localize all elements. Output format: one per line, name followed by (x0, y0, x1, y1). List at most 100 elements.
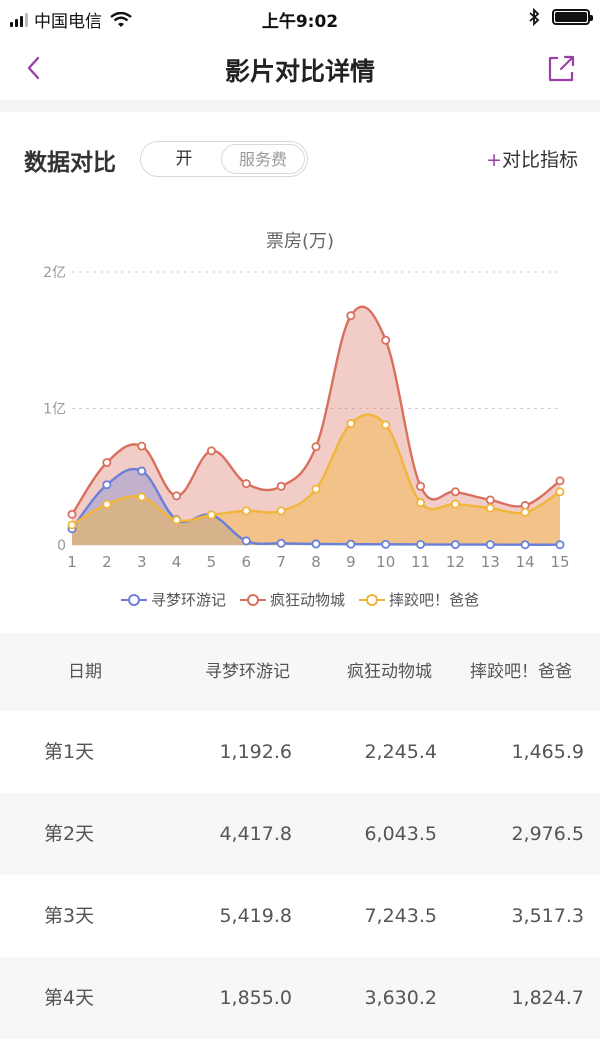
date-cell: 第3天 (44, 905, 95, 927)
y-tick-label: 2亿 (43, 265, 66, 281)
x-tick-label: 7 (276, 553, 286, 571)
data-point (276, 538, 286, 548)
value-cell: 2,245.4 (364, 741, 437, 763)
data-point (346, 311, 356, 321)
status-bar: 中国电信 上午9:02 (0, 0, 600, 36)
value-cell: 1,465.9 (511, 741, 584, 763)
page-title: 影片对比详情 (224, 57, 375, 86)
data-point (102, 499, 112, 509)
value-cell: 3,517.3 (511, 905, 584, 927)
x-tick-label: 12 (446, 553, 465, 571)
toggle-service-fee-option[interactable]: 服务费 (221, 144, 305, 174)
nav-bar: 影片对比详情 (0, 36, 600, 100)
chart-title: 票房(万) (265, 231, 335, 252)
data-point (485, 495, 495, 505)
add-metric-label: 对比指标 (501, 149, 578, 171)
share-icon[interactable] (544, 52, 578, 86)
x-tick-label: 2 (102, 553, 112, 571)
data-table: 第1天 1,192.6 2,245.4 1,465.9 第2天 4,417.8 … (0, 711, 600, 1039)
data-point (450, 499, 460, 509)
mode-toggle[interactable]: 开 服务费 (140, 141, 308, 177)
legend-marker-icon (120, 593, 147, 606)
status-right (528, 8, 593, 26)
data-point (555, 540, 565, 550)
column-header-date: 日期 (68, 662, 102, 682)
data-point (416, 539, 426, 549)
data-point (346, 539, 356, 549)
x-tick-label: 14 (516, 553, 535, 571)
data-point (241, 506, 251, 516)
table-row: 第2天 4,417.8 6,043.5 2,976.5 (0, 793, 600, 875)
data-point (450, 540, 460, 550)
legend-item-series-3[interactable]: 摔跤吧！爸爸 (359, 589, 479, 610)
data-point (381, 539, 391, 549)
data-point (67, 520, 77, 530)
data-point (102, 480, 112, 490)
value-cell: 7,243.5 (364, 905, 437, 927)
data-point (276, 506, 286, 516)
data-point (485, 540, 495, 550)
table-row: 第3天 5,419.8 7,243.5 3,517.3 (0, 875, 600, 957)
data-point (137, 441, 147, 451)
data-point (241, 536, 251, 546)
legend-item-series-2[interactable]: 疯狂动物城 (239, 589, 345, 610)
x-tick-label: 4 (172, 553, 182, 571)
legend-marker-icon (239, 593, 266, 606)
x-tick-label: 3 (137, 553, 147, 571)
data-point (555, 487, 565, 497)
value-cell: 6,043.5 (364, 823, 437, 845)
data-point (172, 491, 182, 501)
x-tick-label: 10 (376, 553, 395, 571)
data-point (311, 539, 321, 549)
value-cell: 1,855.0 (219, 987, 292, 1009)
battery-icon (552, 9, 593, 25)
toggle-on-option[interactable]: 开 (149, 142, 219, 176)
column-header-film-1: 寻梦环游记 (205, 662, 290, 682)
legend-label: 疯狂动物城 (269, 591, 345, 609)
data-point (241, 479, 251, 489)
data-point (206, 510, 216, 520)
table-row: 第1天 1,192.6 2,245.4 1,465.9 (0, 711, 600, 793)
y-tick-label: 0 (57, 538, 66, 554)
plus-icon: + (486, 149, 502, 171)
data-point (346, 419, 356, 429)
data-point (311, 442, 321, 452)
section-title: 数据对比 (24, 150, 116, 176)
data-point (450, 487, 460, 497)
data-point (276, 481, 286, 491)
legend-label: 摔跤吧！爸爸 (389, 591, 480, 609)
data-point (520, 540, 530, 550)
data-point (381, 335, 391, 345)
section-divider (0, 100, 600, 112)
x-tick-label: 8 (311, 553, 321, 571)
chart-legend: 寻梦环游记 疯狂动物城 摔跤吧！爸爸 (0, 589, 600, 610)
data-point (206, 446, 216, 456)
date-cell: 第1天 (44, 741, 95, 763)
data-point (416, 481, 426, 491)
x-tick-label: 11 (411, 553, 430, 571)
data-point (381, 420, 391, 430)
column-header-film-2: 疯狂动物城 (347, 662, 432, 682)
value-cell: 4,417.8 (219, 823, 292, 845)
value-cell: 1,824.7 (511, 987, 584, 1009)
x-tick-label: 5 (207, 553, 217, 571)
x-tick-label: 9 (346, 553, 356, 571)
legend-item-series-1[interactable]: 寻梦环游记 (120, 589, 226, 610)
data-point (67, 509, 77, 519)
data-point (416, 498, 426, 508)
chevron-left-icon[interactable] (18, 50, 54, 86)
bluetooth-icon (529, 8, 540, 26)
legend-label: 寻梦环游记 (150, 591, 226, 609)
x-tick-label: 1 (67, 553, 77, 571)
data-point (555, 476, 565, 486)
value-cell: 5,419.8 (219, 905, 292, 927)
data-point (520, 507, 530, 517)
table-row: 第4天 1,855.0 3,630.2 1,824.7 (0, 957, 600, 1039)
data-point (311, 484, 321, 494)
date-cell: 第4天 (44, 987, 95, 1009)
add-metric-button[interactable]: +对比指标 (486, 145, 578, 172)
y-tick-label: 1亿 (43, 402, 66, 418)
box-office-chart: 01亿2亿1 2 3 4 5 6 7 8 9 10 11 12 13 14 15 (43, 265, 569, 571)
status-time: 上午9:02 (261, 12, 339, 32)
data-point (485, 503, 495, 513)
